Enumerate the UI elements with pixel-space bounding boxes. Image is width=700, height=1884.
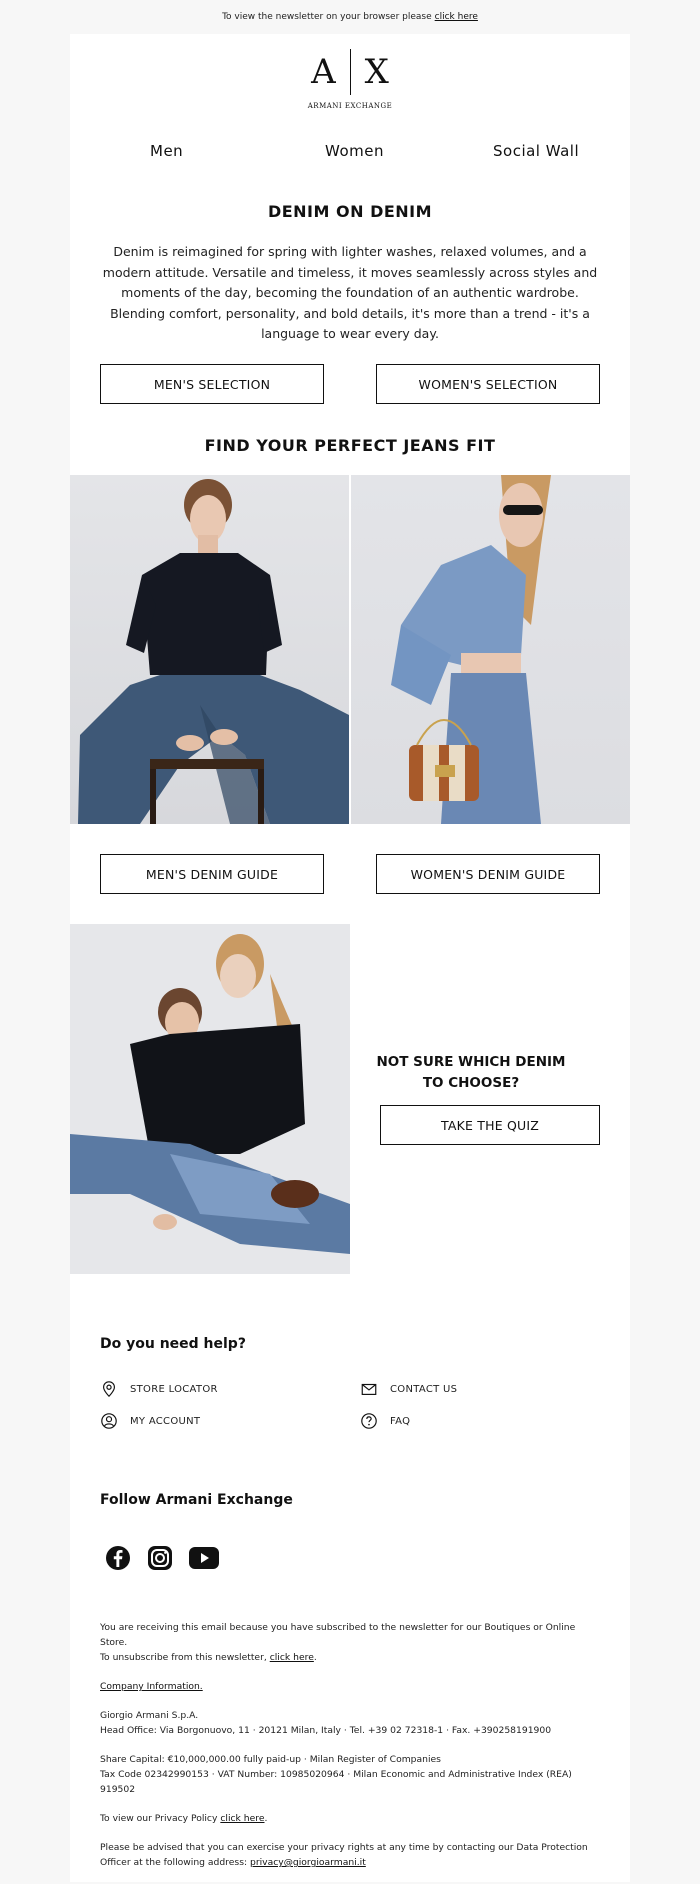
faq-label: FAQ [390,1415,411,1427]
section-title: DENIM ON DENIM [267,202,433,221]
dpo-paragraph: Please be advised that you can exercise … [100,1840,600,1870]
company-info-paragraph: Company Information. [100,1679,600,1694]
dpo-email-link[interactable]: privacy@giorgioarmani.it [250,1857,366,1868]
instagram-icon[interactable] [144,1542,176,1574]
contact-us-link[interactable]: CONTACT US [360,1380,457,1398]
take-quiz-button[interactable]: TAKE THE QUIZ [380,1105,600,1145]
head-office: Head Office: Via Borgonuovo, 11 · 20121 … [100,1725,552,1736]
jeans-fit-title: FIND YOUR PERFECT JEANS FIT [204,436,496,455]
womens-denim-photo[interactable] [351,475,630,824]
nav-item-women[interactable]: Women [325,142,384,160]
womens-denim-guide-button[interactable]: WOMEN'S DENIM GUIDE [376,854,600,894]
section-body: Denim is reimagined for spring with ligh… [102,244,598,341]
unsubscribe-text: To unsubscribe from this newsletter, [100,1652,267,1663]
logo-divider [349,49,351,95]
company-info-link[interactable]: Company Information. [100,1681,203,1692]
youtube-icon[interactable] [186,1542,222,1574]
subscription-text: You are receiving this email because you… [100,1622,576,1648]
subscription-notice: You are receiving this email because you… [100,1622,576,1663]
user-circle-icon [101,1413,117,1429]
my-account-link[interactable]: MY ACCOUNT [100,1412,200,1430]
question-circle-icon [361,1413,377,1429]
browser-view-link[interactable]: click here [435,12,478,22]
company-name: Giorgio Armani S.p.A. [100,1710,199,1721]
couple-denim-photo[interactable] [70,924,350,1274]
share-capital: Share Capital: €10,000,000.00 fully paid… [100,1754,441,1765]
mens-denim-photo[interactable] [70,475,349,824]
store-locator-label: STORE LOCATOR [130,1383,218,1395]
unsubscribe-link[interactable]: click here [270,1652,314,1663]
facebook-icon[interactable] [102,1542,134,1574]
mens-selection-button[interactable]: MEN'S SELECTION [100,364,324,404]
mens-denim-guide-button[interactable]: MEN'S DENIM GUIDE [100,854,324,894]
nav-item-men[interactable]: Men [150,142,183,160]
main-nav: Men Women Social Wall [70,142,630,172]
browser-view-bar: To view the newsletter on your browser p… [0,0,700,34]
quiz-title: NOT SURE WHICH DENIM TO CHOOSE? [376,1054,566,1091]
help-title: Do you need help? [100,1336,246,1352]
browser-view-text: To view the newsletter on your browser p… [222,12,432,22]
location-pin-icon [103,1381,115,1398]
nav-item-social-wall[interactable]: Social Wall [493,142,579,160]
privacy-policy-link[interactable]: click here [220,1813,264,1824]
logo-letter-a: A [311,52,336,92]
tax-info: Tax Code 02342990153 · VAT Number: 10985… [100,1769,572,1795]
email-body: A X ARMANI EXCHANGE Men Women Social Wal… [70,34,630,1882]
store-locator-link[interactable]: STORE LOCATOR [100,1380,218,1398]
logo-wordmark: ARMANI EXCHANGE [307,102,393,110]
faq-link[interactable]: FAQ [360,1412,410,1430]
company-address: Giorgio Armani S.p.A. Head Office: Via B… [100,1708,600,1738]
my-account-label: MY ACCOUNT [130,1415,201,1427]
legal-footer: You are receiving this email because you… [100,1620,600,1884]
company-registration: Share Capital: €10,000,000.00 fully paid… [100,1752,600,1797]
logo-letter-x: X [364,52,389,92]
brand-logo[interactable]: A X ARMANI EXCHANGE [70,48,630,110]
follow-title: Follow Armani Exchange [100,1492,293,1508]
privacy-policy-text: To view our Privacy Policy [100,1813,218,1824]
contact-us-label: CONTACT US [390,1383,458,1395]
envelope-icon [361,1383,377,1395]
privacy-policy-paragraph: To view our Privacy Policy click here. [100,1813,268,1824]
womens-selection-button[interactable]: WOMEN'S SELECTION [376,364,600,404]
